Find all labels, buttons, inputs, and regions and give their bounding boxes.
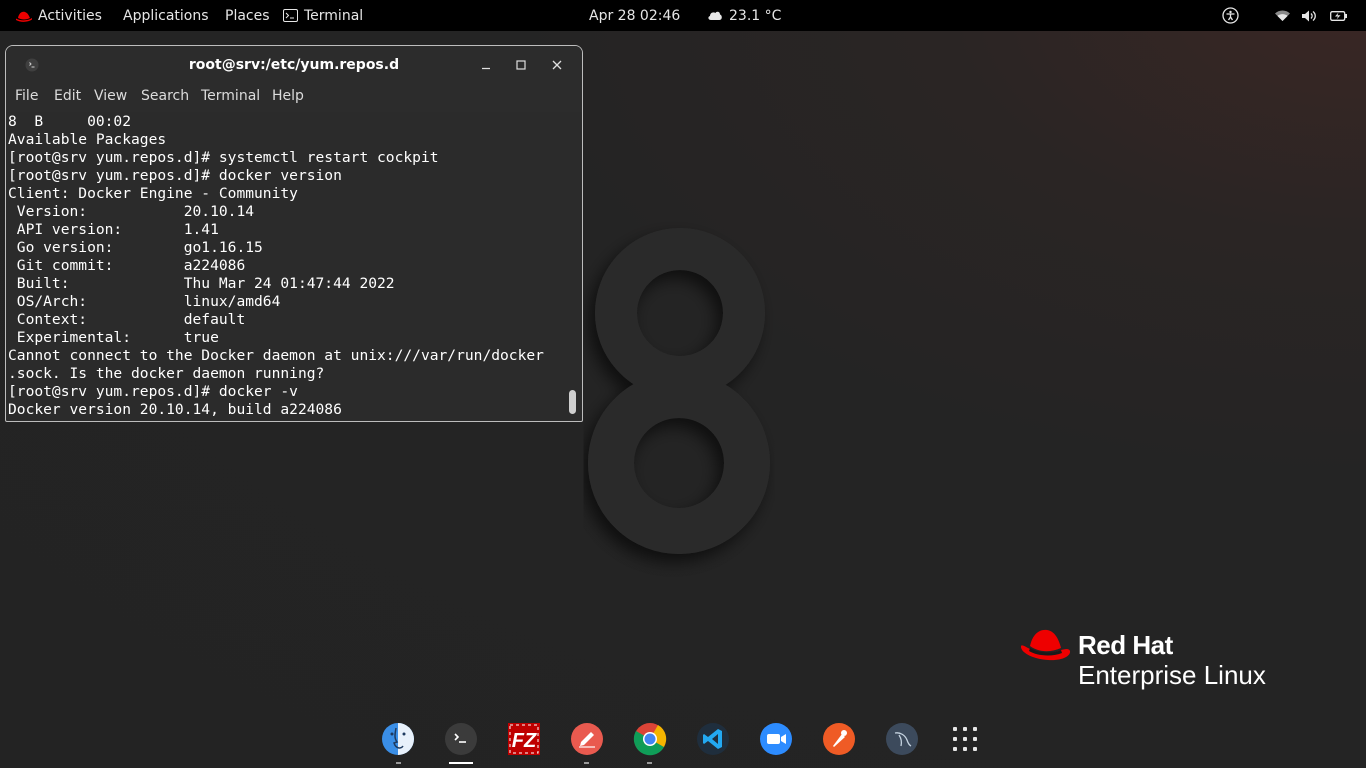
maximize-icon bbox=[516, 60, 526, 70]
mysql-workbench-icon[interactable] bbox=[884, 721, 920, 757]
menu-file[interactable]: File bbox=[15, 88, 38, 104]
terminal-line: [root@srv yum.repos.d]# systemctl restar… bbox=[8, 149, 439, 166]
cloud-icon bbox=[707, 10, 723, 21]
postman-icon[interactable] bbox=[821, 721, 857, 757]
terminal-line: Version: 20.10.14 bbox=[8, 203, 255, 220]
vscode-icon[interactable] bbox=[695, 721, 731, 757]
terminal-icon[interactable] bbox=[443, 721, 479, 757]
terminal-window[interactable]: root@srv:/etc/yum.repos.d File Edit View… bbox=[5, 45, 583, 422]
close-button[interactable] bbox=[547, 55, 567, 75]
terminal-line: Client: Docker Engine - Community bbox=[8, 185, 298, 202]
running-indicator bbox=[584, 762, 589, 764]
redhat-hat-icon bbox=[16, 10, 32, 22]
clock[interactable]: Apr 28 02:46 bbox=[589, 0, 680, 31]
terminal-line: Available Packages bbox=[8, 131, 167, 148]
running-indicator bbox=[396, 762, 401, 764]
applications-label: Applications bbox=[123, 7, 209, 24]
terminal-line: .sock. Is the docker daemon running? bbox=[8, 365, 325, 382]
finder-icon[interactable] bbox=[380, 721, 416, 757]
menu-view[interactable]: View bbox=[94, 88, 127, 104]
activities-label: Activities bbox=[38, 7, 102, 24]
close-icon bbox=[552, 60, 562, 70]
wifi-icon[interactable] bbox=[1274, 0, 1291, 31]
volume-icon[interactable] bbox=[1301, 0, 1318, 31]
zoom-icon[interactable] bbox=[758, 721, 794, 757]
accessibility-icon[interactable] bbox=[1222, 0, 1239, 31]
terminal-line: Docker version 20.10.14, build a224086 bbox=[8, 401, 342, 418]
text-editor-icon[interactable] bbox=[569, 721, 605, 757]
activities-button[interactable]: Activities bbox=[16, 0, 102, 31]
places-label: Places bbox=[225, 7, 270, 24]
terminal-line: Experimental: true bbox=[8, 329, 219, 346]
terminal-small-icon bbox=[283, 9, 298, 22]
top-bar: Activities Applications Places Terminal … bbox=[0, 0, 1366, 31]
menu-edit[interactable]: Edit bbox=[54, 88, 81, 104]
brand-line2: Enterprise Linux bbox=[1078, 660, 1266, 690]
terminal-line: OS/Arch: linux/amd64 bbox=[8, 293, 281, 310]
terminal-line: 8 B 00:02 bbox=[8, 113, 132, 130]
app-grid-icon[interactable] bbox=[947, 721, 983, 757]
battery-icon[interactable] bbox=[1330, 0, 1348, 31]
terminal-app-label: Terminal bbox=[304, 7, 364, 24]
terminal-menubar: File Edit View Search Terminal Help bbox=[6, 84, 582, 110]
minimize-button[interactable] bbox=[476, 55, 496, 75]
terminal-scrollbar[interactable] bbox=[569, 390, 576, 414]
terminal-line: Go version: go1.16.15 bbox=[8, 239, 263, 256]
svg-text:FZ: FZ bbox=[512, 730, 537, 752]
places-menu[interactable]: Places bbox=[225, 0, 270, 31]
terminal-line: [root@srv yum.repos.d]# docker version bbox=[8, 167, 342, 184]
terminal-line: API version: 1.41 bbox=[8, 221, 219, 238]
redhat-logo-icon bbox=[1020, 629, 1071, 661]
clock-label: Apr 28 02:46 bbox=[589, 7, 681, 24]
weather[interactable]: 23.1 °C bbox=[707, 0, 781, 31]
wallpaper-eight-graphic bbox=[588, 228, 770, 554]
running-indicator bbox=[647, 762, 652, 764]
applications-menu[interactable]: Applications bbox=[123, 0, 209, 31]
terminal-output[interactable]: 8 B 00:02 Available Packages [root@srv y… bbox=[6, 112, 582, 420]
minimize-icon bbox=[482, 67, 490, 70]
terminal-line: [root@srv yum.repos.d]# docker -v bbox=[8, 383, 298, 400]
menu-help[interactable]: Help bbox=[272, 88, 304, 104]
brand-line1: Red Hat bbox=[1078, 630, 1173, 660]
terminal-line: Context: default bbox=[8, 311, 246, 328]
menu-terminal[interactable]: Terminal bbox=[201, 88, 260, 104]
filezilla-icon[interactable]: FZ bbox=[506, 721, 542, 757]
terminal-line: Cannot connect to the Docker daemon at u… bbox=[8, 347, 544, 364]
terminal-titlebar[interactable]: root@srv:/etc/yum.repos.d bbox=[6, 46, 582, 84]
terminal-line: Git commit: a224086 bbox=[8, 257, 246, 274]
chrome-icon[interactable] bbox=[632, 721, 668, 757]
terminal-app-menu[interactable]: Terminal bbox=[283, 0, 363, 31]
running-indicator bbox=[449, 762, 473, 764]
weather-label: 23.1 °C bbox=[729, 7, 782, 24]
terminal-line: Built: Thu Mar 24 01:47:44 2022 bbox=[8, 275, 395, 292]
menu-search[interactable]: Search bbox=[141, 88, 189, 104]
maximize-button[interactable] bbox=[511, 55, 531, 75]
